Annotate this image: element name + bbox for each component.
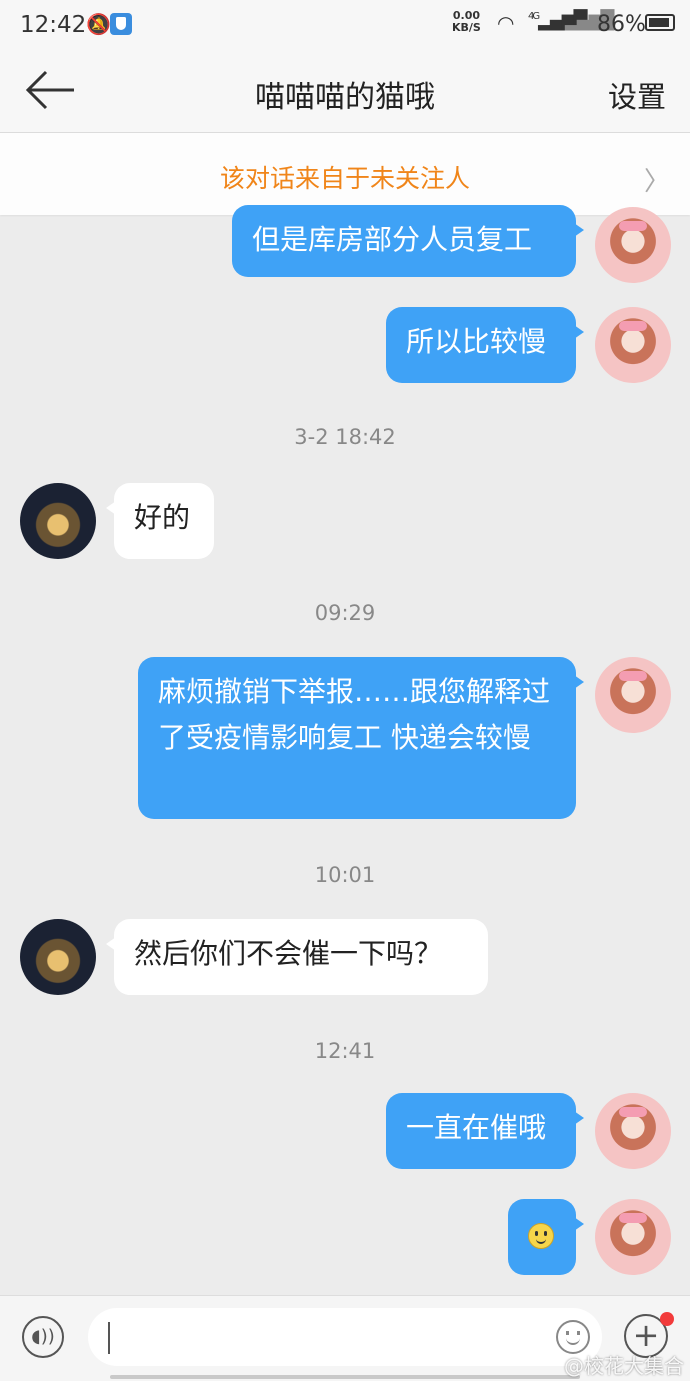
- emoji-button[interactable]: [556, 1320, 590, 1354]
- shield-icon: [110, 13, 132, 35]
- text-caret: [108, 1322, 110, 1354]
- page-title: 喵喵喵的猫哦: [255, 80, 435, 115]
- chat-area[interactable]: 但是库房部分人员复工 所以比较慢 3-2 18:42 好的 09:29 麻烦撤销…: [0, 205, 690, 1295]
- my-avatar[interactable]: [595, 1199, 671, 1275]
- message-bubble-sent[interactable]: 麻烦撤销下举报……跟您解释过了受疫情影响复工 快递会较慢: [138, 657, 584, 819]
- mute-bell-icon: 🔕: [86, 12, 111, 36]
- network-speed: 0.00 KB/S: [452, 9, 481, 34]
- message-timestamp: 10:01: [314, 863, 376, 887]
- input-bar: ◖)) + @校花大集合: [0, 1295, 690, 1381]
- my-avatar[interactable]: [595, 657, 671, 733]
- message-bubble-sent[interactable]: 但是库房部分人员复工: [232, 205, 584, 277]
- watermark: @校花大集合: [564, 1354, 684, 1378]
- message-bubble-sent[interactable]: [508, 1199, 584, 1275]
- smiley-emoji-icon: [528, 1223, 554, 1249]
- battery-percent: 86%: [597, 12, 646, 37]
- contact-avatar[interactable]: [20, 919, 96, 995]
- message-bubble-sent[interactable]: 一直在催哦: [386, 1093, 584, 1169]
- message-timestamp: 3-2 18:42: [294, 425, 396, 449]
- status-time: 12:42: [20, 12, 87, 38]
- message-bubble-received[interactable]: 然后你们不会催一下吗？: [106, 919, 488, 995]
- settings-button[interactable]: 设置: [608, 74, 666, 116]
- banner-text: 该对话来自于未关注人: [219, 164, 470, 193]
- notification-dot: [660, 1312, 674, 1326]
- home-indicator: [110, 1375, 580, 1379]
- my-avatar[interactable]: [595, 207, 671, 283]
- chevron-right-icon: 〉: [643, 167, 670, 197]
- voice-icon: ◖)): [31, 1326, 55, 1347]
- message-input[interactable]: [88, 1308, 602, 1366]
- wifi-icon: ◠: [497, 11, 515, 35]
- my-avatar[interactable]: [595, 1093, 671, 1169]
- message-bubble-received[interactable]: 好的: [106, 483, 214, 559]
- contact-avatar[interactable]: [20, 483, 96, 559]
- plus-icon: +: [632, 1316, 660, 1354]
- status-bar: 12:42 🔕 0.00 KB/S ◠ 4G▂▄▆█ ▂▄▆█ 86%: [0, 0, 690, 50]
- my-avatar[interactable]: [595, 307, 671, 383]
- nav-bar: 喵喵喵的猫哦 设置: [0, 50, 690, 133]
- voice-input-button[interactable]: ◖)): [22, 1316, 64, 1358]
- message-timestamp: 12:41: [314, 1039, 376, 1063]
- unfollowed-banner[interactable]: 该对话来自于未关注人 〉: [0, 133, 690, 215]
- battery-icon: [645, 14, 675, 31]
- message-timestamp: 09:29: [314, 601, 376, 625]
- message-bubble-sent[interactable]: 所以比较慢: [386, 307, 584, 383]
